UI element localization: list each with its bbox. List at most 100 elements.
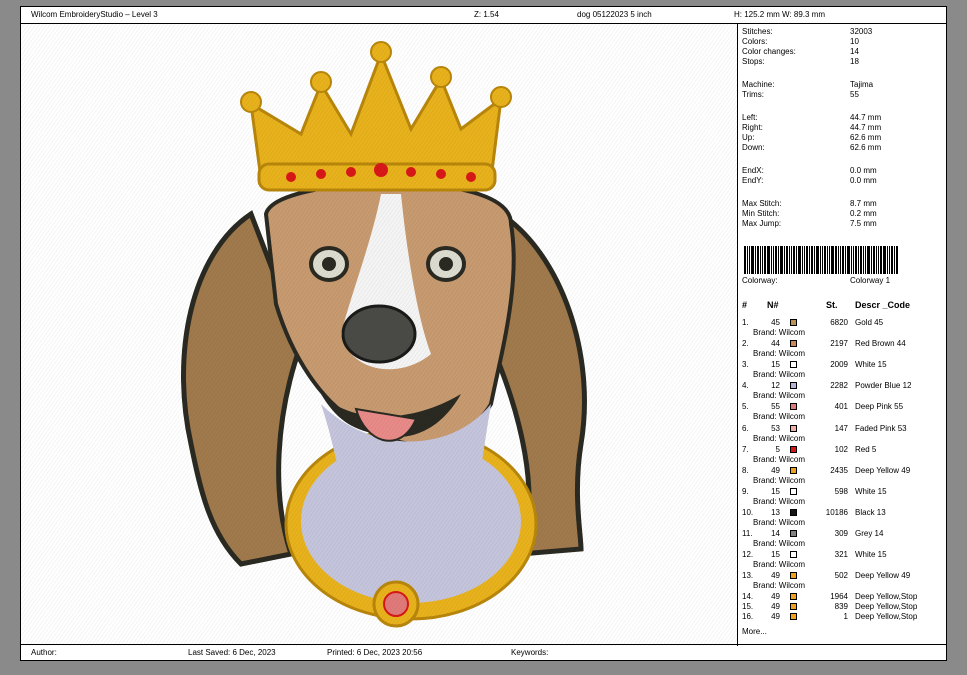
thread-number: 49 (771, 571, 780, 581)
color-swatch (790, 572, 797, 580)
thread-stitches: 2282 (830, 381, 848, 391)
thread-description: Deep Yellow 49 (855, 571, 911, 581)
barcode-bar (798, 246, 801, 274)
barcode-bar (851, 246, 852, 274)
barcode-bar (814, 246, 815, 274)
barcode-bar (751, 246, 754, 274)
thread-stitches: 598 (834, 486, 848, 496)
thread-row: 11. 14 309 Grey 14 Brand: Wilcom (738, 529, 946, 550)
color-swatch (790, 530, 797, 537)
barcode-bar (896, 246, 898, 274)
barcode-bar (835, 246, 837, 274)
thread-row: 4. 12 2282 Powder Blue 12 Brand: Wilcom (738, 381, 946, 402)
barcode-bar (809, 246, 810, 274)
thread-row: 12. 15 321 White 15 Brand: Wilcom (738, 550, 946, 571)
color-swatch (790, 613, 797, 620)
thread-stitches: 2009 (830, 360, 848, 370)
thread-description: Deep Yellow 49 (855, 465, 911, 475)
color-swatch (790, 445, 797, 453)
thread-stitches: 6820 (830, 318, 848, 327)
thread-stitches: 502 (834, 571, 848, 581)
barcode-bar (845, 246, 846, 274)
thread-index: 3. (742, 360, 749, 370)
barcode-bar (889, 246, 890, 274)
barcode-bar (847, 246, 850, 274)
thread-index: 7. (742, 444, 749, 454)
embroidery-dog-image (21, 24, 737, 646)
color-swatch (790, 508, 797, 516)
thread-brand: Brand: Wilcom (753, 349, 806, 359)
barcode-bar (867, 246, 870, 274)
barcode-bar (744, 246, 746, 274)
thread-brand: Brand: Wilcom (753, 433, 806, 443)
barcode-bar (865, 246, 866, 274)
thread-number: 53 (771, 423, 780, 433)
stat-min-stitch: Min Stitch: 0.2 mm (742, 209, 877, 218)
barcode-bar (749, 246, 750, 274)
thread-index: 13. (742, 571, 754, 581)
color-swatch (790, 382, 797, 390)
thread-brand: Brand: Wilcom (753, 328, 806, 337)
stop-stitches: 1964 (830, 592, 848, 601)
design-name: dog 05122023 5 inch (577, 10, 652, 19)
thread-row: 6. 53 147 Faded Pink 53 Brand: Wilcom (738, 424, 946, 445)
barcode-bar (853, 246, 854, 274)
barcode-bar (873, 246, 875, 274)
thread-row: 10. 13 10186 Black 13 Brand: Wilcom (738, 508, 946, 529)
printed-field: Printed: 6 Dec, 2023 20:56 (327, 648, 423, 657)
thread-stitches: 102 (834, 444, 848, 454)
nose (341, 304, 417, 364)
barcode (744, 246, 922, 274)
barcode-bar (764, 246, 766, 274)
thread-brand: Brand: Wilcom (753, 517, 806, 527)
more-link[interactable]: More... (742, 627, 767, 636)
thread-stitches: 309 (834, 529, 848, 538)
stat-colors: Colors: 10 (742, 37, 859, 46)
thread-brand: Brand: Wilcom (753, 454, 806, 464)
thread-number: 5 (775, 444, 780, 454)
thread-index: 10. (742, 507, 754, 517)
barcode-bar (878, 246, 879, 274)
thread-number: 13 (771, 507, 780, 517)
header-bar: Wilcom EmbroideryStudio – Level 3 Z: 1.5… (21, 7, 946, 24)
barcode-bar (883, 246, 886, 274)
print-sheet: Wilcom EmbroideryStudio – Level 3 Z: 1.5… (20, 6, 947, 661)
thread-number: 15 (771, 550, 780, 560)
barcode-bar (755, 246, 756, 274)
stat-stitches: Stitches: 32003 (742, 27, 873, 36)
barcode-bar (811, 246, 813, 274)
barcode-bar (789, 246, 790, 274)
thread-description: White 15 (855, 360, 887, 370)
barcode-bar (827, 246, 828, 274)
stop-description: Deep Yellow,Stop (855, 592, 918, 601)
thread-number: 12 (771, 381, 780, 391)
thread-brand: Brand: Wilcom (753, 560, 806, 570)
col-header-n: N# (767, 300, 779, 310)
thread-index: 11. (742, 529, 753, 538)
barcode-bar (780, 246, 783, 274)
design-size: H: 125.2 mm W: 89.3 mm (734, 10, 825, 19)
color-swatch (790, 593, 797, 600)
thread-description: Faded Pink 53 (855, 423, 907, 433)
thread-brand: Brand: Wilcom (753, 412, 806, 422)
thread-row: 9. 15 598 White 15 Brand: Wilcom (738, 487, 946, 508)
stop-number: 49 (771, 612, 780, 621)
stop-description: Deep Yellow,Stop (855, 602, 918, 611)
stat-up: Up: 62.6 mm (742, 133, 882, 142)
thread-index: 1. (742, 318, 749, 327)
thread-index: 4. (742, 381, 749, 391)
barcode-bar (762, 246, 763, 274)
color-swatch (790, 424, 797, 432)
barcode-bar (802, 246, 803, 274)
thread-description: Powder Blue 12 (855, 381, 912, 391)
barcode-bar (786, 246, 788, 274)
barcode-bar (858, 246, 859, 274)
barcode-bar (887, 246, 888, 274)
thread-number: 14 (771, 529, 780, 538)
thread-description: White 15 (855, 486, 887, 496)
barcode-bar (773, 246, 774, 274)
thread-row: 13. 49 502 Deep Yellow 49 Brand: Wilcom (738, 571, 946, 592)
barcode-bar (894, 246, 895, 274)
barcode-bar (863, 246, 864, 274)
stop-index: 14. (742, 592, 754, 601)
